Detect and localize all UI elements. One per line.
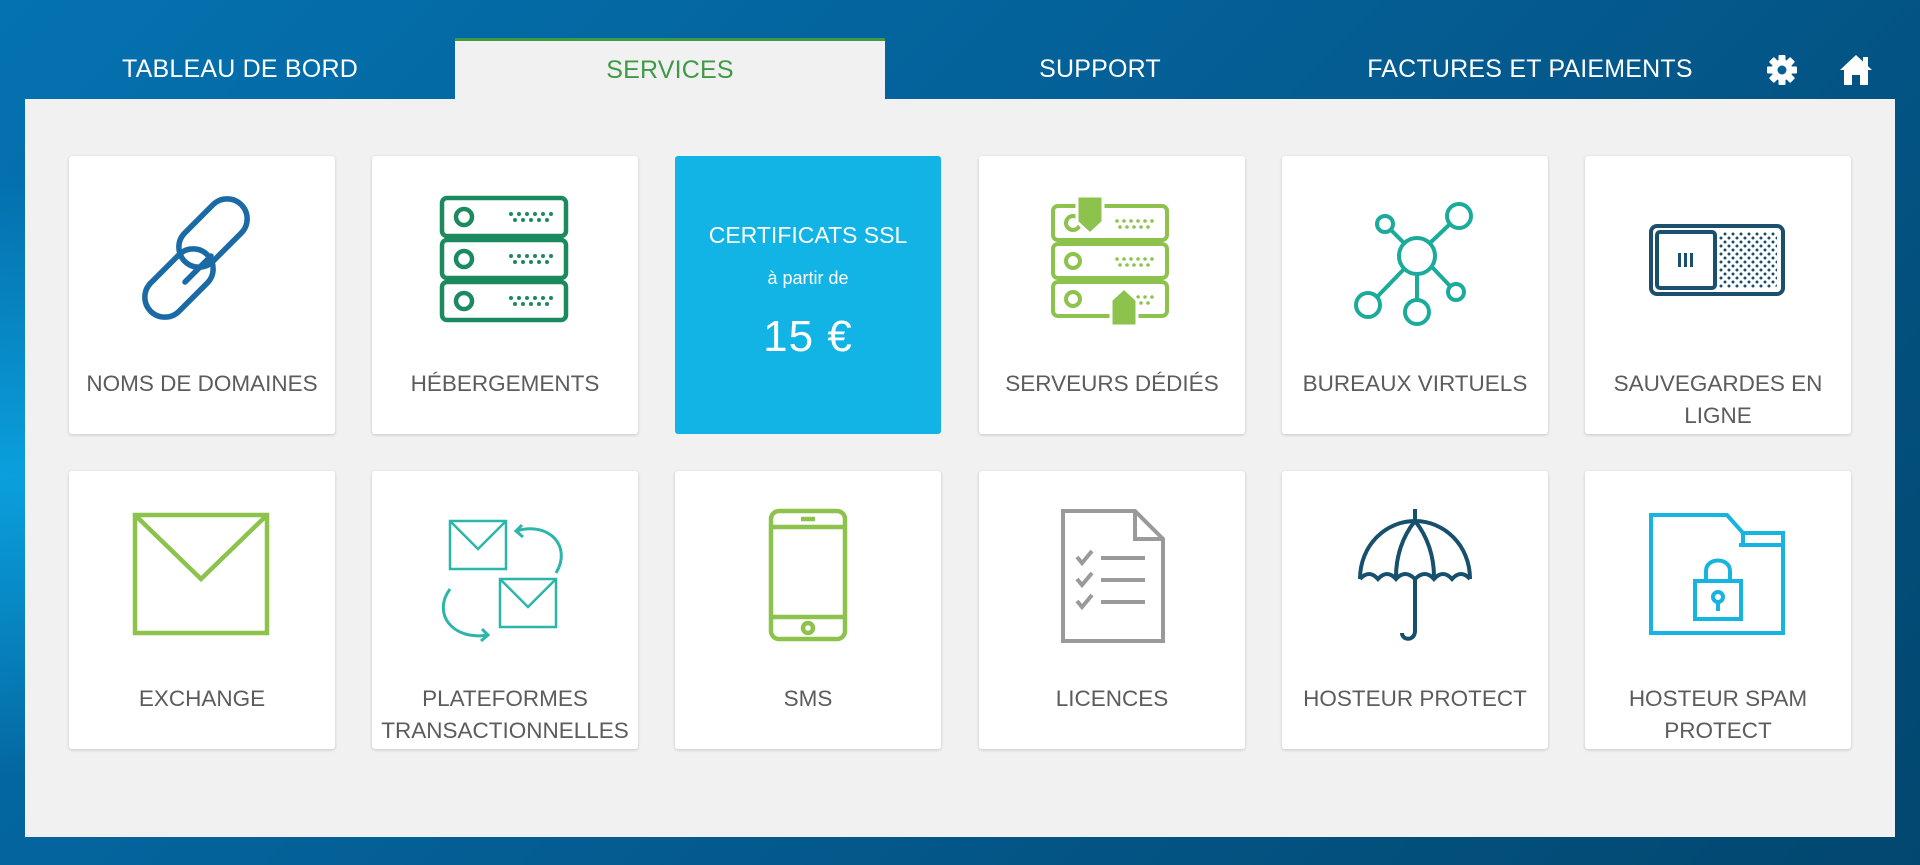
- service-label: SERVEURS DÉDIÉS: [1005, 371, 1219, 396]
- tab-services[interactable]: SERVICES: [455, 38, 885, 100]
- home-icon[interactable]: [1838, 52, 1874, 88]
- tab-support[interactable]: SUPPORT: [885, 38, 1315, 100]
- service-card-hebergements[interactable]: HÉBERGEMENTS: [372, 156, 638, 434]
- promo-title: CERTIFICATS SSL: [708, 222, 908, 248]
- service-label: SAUVEGARDES EN LIGNE: [1613, 371, 1823, 428]
- service-card-exchange[interactable]: EXCHANGE: [69, 471, 335, 749]
- promo-price: 15 €: [763, 312, 853, 361]
- umbrella-icon: [1340, 507, 1490, 647]
- service-label: PLATEFORMES TRANSACTIONNELLES: [381, 686, 629, 743]
- service-label: HOSTEUR PROTECT: [1303, 686, 1527, 711]
- envelope-icon: [127, 507, 277, 647]
- tab-tableau-de-bord[interactable]: TABLEAU DE BORD: [25, 38, 455, 100]
- backup-drive-icon: [1643, 192, 1793, 332]
- main-nav: TABLEAU DE BORD SERVICES SUPPORT FACTURE…: [0, 38, 1920, 100]
- tab-factures-et-paiements[interactable]: FACTURES ET PAIEMENTS: [1315, 38, 1745, 100]
- service-card-certificats-ssl[interactable]: CERTIFICATS SSL à partir de 15 €: [675, 156, 941, 434]
- services-panel: NOMS DE DOMAINES HÉBERGEMENTS CERTIFICAT…: [25, 99, 1895, 837]
- link-icon: [127, 192, 277, 332]
- promo-subtitle: à partir de: [767, 268, 849, 288]
- phone-icon: [733, 507, 883, 647]
- service-label: SMS: [783, 686, 833, 711]
- locked-folder-icon: [1643, 507, 1793, 647]
- mail-exchange-icon: [430, 507, 580, 647]
- checklist-document-icon: [1037, 507, 1187, 647]
- dedicated-server-icon: [1037, 192, 1187, 332]
- service-card-noms-de-domaines[interactable]: NOMS DE DOMAINES: [69, 156, 335, 434]
- network-icon: [1340, 192, 1490, 332]
- service-label: LICENCES: [1055, 686, 1169, 711]
- service-card-hosteur-spam-protect[interactable]: HOSTEUR SPAM PROTECT: [1585, 471, 1851, 749]
- service-card-hosteur-protect[interactable]: HOSTEUR PROTECT: [1282, 471, 1548, 749]
- gear-icon[interactable]: [1764, 52, 1800, 88]
- service-card-sauvegardes-en-ligne[interactable]: SAUVEGARDES EN LIGNE: [1585, 156, 1851, 434]
- service-card-sms[interactable]: SMS: [675, 471, 941, 749]
- service-label: HOSTEUR SPAM PROTECT: [1628, 686, 1808, 743]
- service-label: HÉBERGEMENTS: [410, 371, 600, 396]
- service-card-serveurs-dedies[interactable]: SERVEURS DÉDIÉS: [979, 156, 1245, 434]
- service-card-licences[interactable]: LICENCES: [979, 471, 1245, 749]
- service-label: NOMS DE DOMAINES: [86, 371, 318, 396]
- service-card-bureaux-virtuels[interactable]: BUREAUX VIRTUELS: [1282, 156, 1548, 434]
- service-label: BUREAUX VIRTUELS: [1302, 371, 1528, 396]
- service-card-plateformes-transactionnelles[interactable]: PLATEFORMES TRANSACTIONNELLES: [372, 471, 638, 749]
- server-stack-icon: [430, 192, 580, 332]
- service-label: EXCHANGE: [138, 686, 266, 711]
